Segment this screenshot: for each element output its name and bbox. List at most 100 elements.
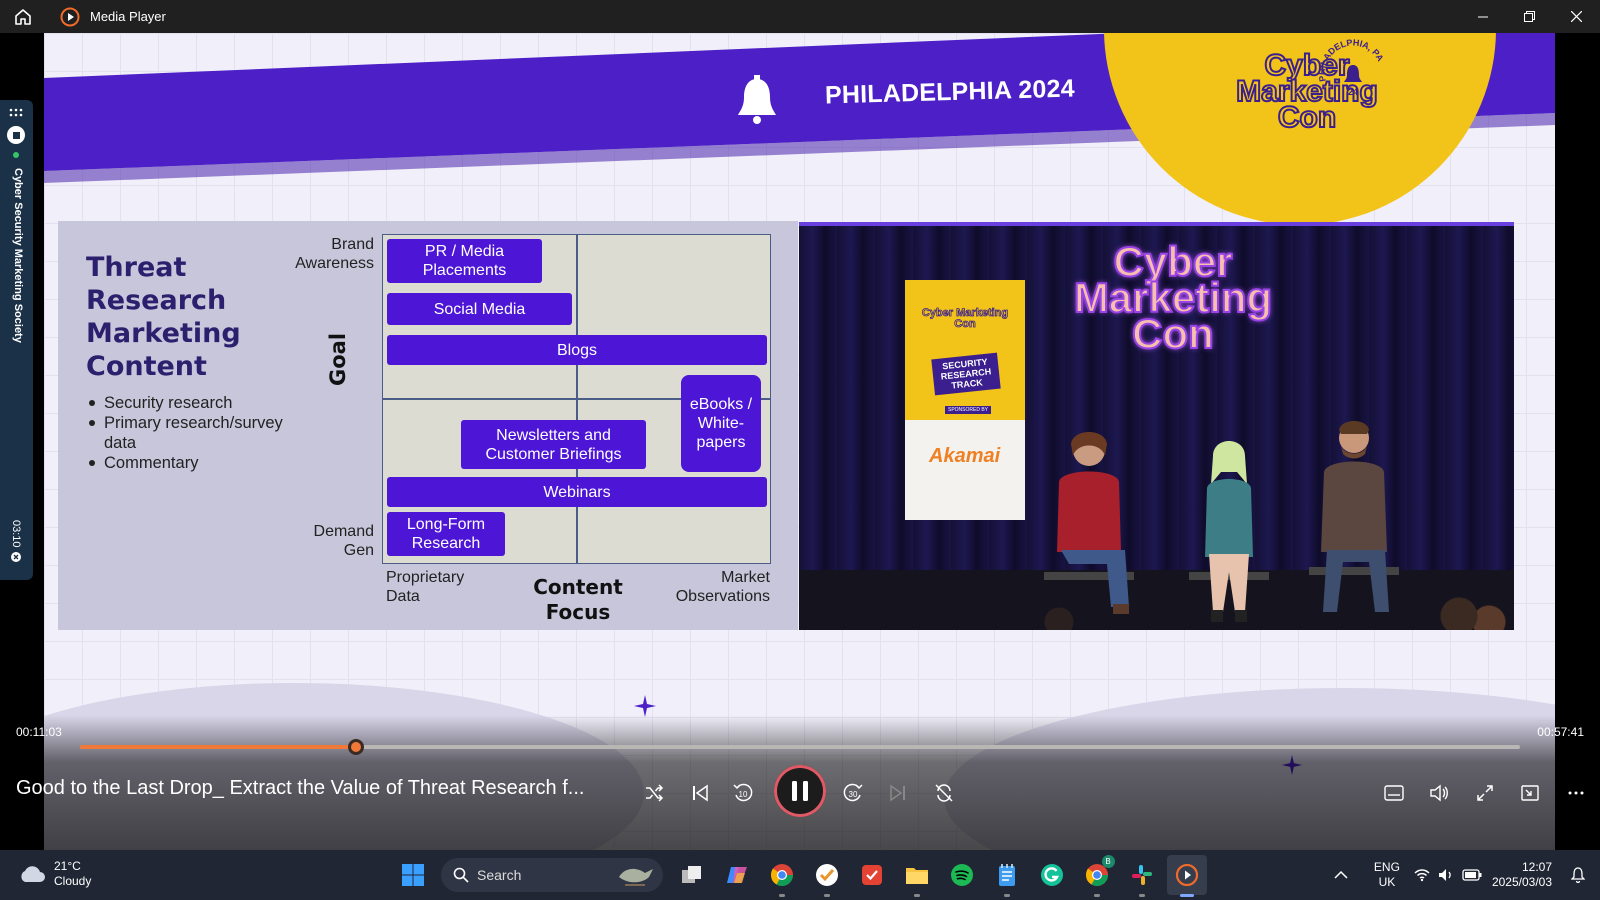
slide-bullets: Security research Primary research/surve… xyxy=(88,393,318,473)
mini-player-button[interactable] xyxy=(1512,775,1548,811)
stop-recording-button[interactable] xyxy=(7,126,25,144)
volume-icon xyxy=(1430,784,1448,802)
captions-button[interactable] xyxy=(1376,775,1412,811)
active-indicator xyxy=(1179,894,1194,897)
spotify-app[interactable] xyxy=(942,855,982,895)
liberty-bell-icon xyxy=(738,75,776,124)
banner-logo: Cyber Marketing Con xyxy=(921,307,1009,330)
repeat-button[interactable] xyxy=(926,775,962,811)
running-indicator xyxy=(1093,894,1100,897)
banner-yellow-section xyxy=(905,280,1025,420)
file-explorer-app[interactable] xyxy=(897,855,937,897)
video-title: Good to the Last Drop_ Extract the Value… xyxy=(16,777,585,799)
copilot-app[interactable] xyxy=(717,855,757,895)
banner-sponsored-label: SPONSORED BY xyxy=(945,406,992,414)
side-panel-label-wrap: Cyber Security Marketing Society xyxy=(8,168,28,378)
previous-button[interactable] xyxy=(682,775,718,811)
seek-bar-progress xyxy=(80,745,356,749)
minimize-icon xyxy=(1477,16,1488,17)
tasks-app[interactable] xyxy=(807,855,847,897)
pause-button[interactable] xyxy=(774,765,826,817)
start-button[interactable] xyxy=(393,855,433,895)
more-options-icon xyxy=(1568,791,1584,795)
dismiss-icon[interactable] xyxy=(11,552,21,562)
running-indicator xyxy=(1138,894,1145,897)
seek-bar-thumb[interactable] xyxy=(347,739,364,755)
taskbar-search[interactable]: Search xyxy=(441,858,663,892)
pause-icon xyxy=(792,781,808,801)
clock[interactable]: 12:07 2025/03/03 xyxy=(1492,860,1552,890)
notifications-button[interactable] xyxy=(1566,867,1590,883)
restore-button[interactable] xyxy=(1506,0,1553,33)
akamai-logo: Akamai xyxy=(929,445,1001,467)
drag-handle-icon[interactable] xyxy=(9,108,23,118)
slide-panel: Threat Research Marketing Content Securi… xyxy=(58,221,798,630)
grammarly-icon xyxy=(1040,864,1063,886)
search-icon xyxy=(453,867,469,883)
task-view-button[interactable] xyxy=(672,855,712,895)
notepad-app[interactable] xyxy=(987,855,1027,897)
chrome-profile-app[interactable]: B xyxy=(1077,855,1117,897)
taskbar-pinned-apps: Search B xyxy=(390,855,1209,897)
skip-forward-30-icon: 30 xyxy=(843,783,863,802)
previous-icon xyxy=(693,784,708,802)
taskbar: 21°C Cloudy Search B ENG UK 12:07 2025/0… xyxy=(0,850,1600,900)
quick-settings-button[interactable] xyxy=(1414,868,1482,882)
skip-forward-30-button[interactable]: 30 xyxy=(835,775,871,811)
window-title: Media Player xyxy=(90,9,166,24)
svg-text:10: 10 xyxy=(739,790,748,799)
clock-time: 12:07 xyxy=(1521,860,1552,874)
restore-icon xyxy=(1524,11,1535,22)
search-placeholder: Search xyxy=(477,867,522,883)
fullscreen-button[interactable] xyxy=(1467,775,1503,811)
chrome-app[interactable] xyxy=(762,855,802,897)
chrome-profile-badge: B xyxy=(1101,855,1115,868)
title-bar: Media Player xyxy=(0,0,1600,33)
more-options-button[interactable] xyxy=(1558,775,1594,811)
media-player-window: Media Player PHILADELPHIA 2024 Cyber Mar… xyxy=(0,0,1600,900)
skip-back-10-button[interactable]: 10 xyxy=(725,775,761,811)
notification-bell-icon xyxy=(1571,867,1585,883)
home-button[interactable] xyxy=(0,0,45,33)
bullet-item: Security research xyxy=(88,393,318,413)
seek-bar[interactable] xyxy=(80,739,1520,755)
windows-start-icon xyxy=(401,864,424,886)
y-axis-top-label: Brand Awareness xyxy=(295,236,374,272)
battery-icon xyxy=(1462,869,1482,881)
running-indicator xyxy=(1003,894,1010,897)
weather-widget[interactable]: 21°C Cloudy xyxy=(18,859,91,889)
stage-logo-line: Con xyxy=(1131,310,1215,357)
grammarly-app[interactable] xyxy=(1032,855,1072,895)
weather-desc: Cloudy xyxy=(54,874,92,888)
shuffle-button[interactable] xyxy=(636,775,672,811)
chip-pr-media: PR / Media Placements xyxy=(387,239,542,283)
y-axis-label: Goal xyxy=(326,332,350,386)
speaker-icon xyxy=(1438,869,1451,881)
weather-text: 21°C Cloudy xyxy=(54,859,91,889)
svg-text:30: 30 xyxy=(849,790,858,799)
x-axis-label: Content Focus xyxy=(533,575,623,624)
total-time: 00:57:41 xyxy=(1537,725,1584,739)
slack-app[interactable] xyxy=(1122,855,1162,897)
todoist-app[interactable] xyxy=(852,855,892,895)
minimize-button[interactable] xyxy=(1459,0,1506,33)
close-button[interactable] xyxy=(1553,0,1600,33)
show-hidden-icons-button[interactable] xyxy=(1321,855,1361,895)
y-axis-bottom-label: Demand Gen xyxy=(313,523,374,559)
side-panel: Cyber Security Marketing Society 03:10 xyxy=(0,100,33,580)
event-rollup-banner: Cyber Marketing Con SECURITY RESEARCH TR… xyxy=(905,280,1025,520)
side-panel-timer: 03:10 xyxy=(10,520,22,548)
mini-player-icon xyxy=(1521,785,1539,801)
repeat-off-icon xyxy=(935,784,953,802)
chip-long-form-research: Long-Form Research xyxy=(387,512,505,556)
chip-newsletters: Newsletters and Customer Briefings xyxy=(461,420,646,469)
next-button[interactable] xyxy=(880,775,916,811)
media-player-taskbar-app[interactable] xyxy=(1166,855,1207,897)
weather-temp: 21°C xyxy=(54,859,81,873)
clock-date: 2025/03/03 xyxy=(1491,875,1552,889)
x-axis-right-label: Market Observations xyxy=(675,569,770,605)
language-indicator[interactable]: ENG UK xyxy=(1374,860,1400,890)
volume-button[interactable] xyxy=(1421,775,1457,811)
fullscreen-icon xyxy=(1477,785,1493,801)
folder-icon xyxy=(905,868,928,884)
